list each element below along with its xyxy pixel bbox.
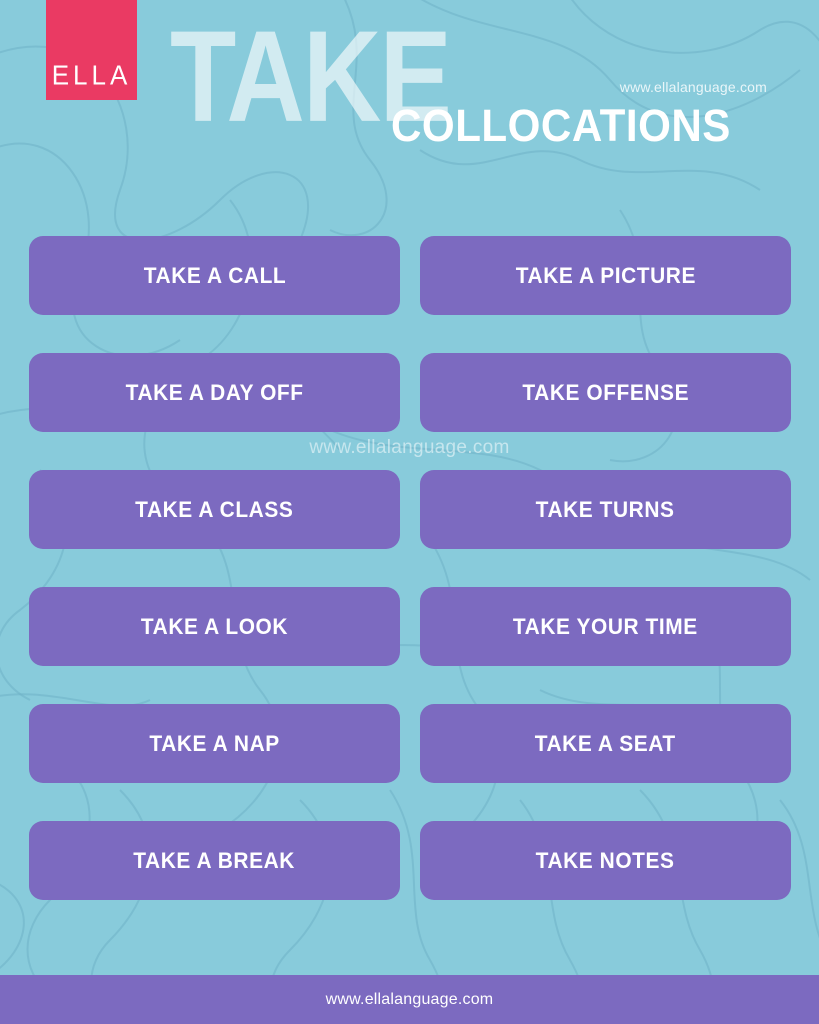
- collocation-chip[interactable]: TAKE A CLASS: [29, 470, 400, 549]
- poster-header: ELLA TAKE COLLOCATIONS www.ellalanguage.…: [0, 0, 819, 170]
- collocation-chip[interactable]: TAKE A LOOK: [29, 587, 400, 666]
- collocation-label: TAKE A LOOK: [140, 613, 289, 639]
- collocation-chip[interactable]: TAKE A DAY OFF: [29, 353, 400, 432]
- collocation-label: TAKE A NAP: [149, 730, 280, 756]
- collocation-label: TAKE A CLASS: [135, 496, 294, 522]
- collocation-chip[interactable]: TAKE YOUR TIME: [420, 587, 791, 666]
- page-title-collocations: COLLOCATIONS: [391, 100, 731, 152]
- collocation-label: TAKE A BREAK: [133, 847, 296, 873]
- collocation-label: TAKE YOUR TIME: [513, 613, 698, 639]
- collocation-chip[interactable]: TAKE OFFENSE: [420, 353, 791, 432]
- footer-website-url: www.ellalanguage.com: [325, 990, 494, 1008]
- ella-logo: ELLA: [46, 0, 137, 100]
- collocation-label: TAKE TURNS: [536, 496, 675, 522]
- collocation-label: TAKE A DAY OFF: [125, 379, 304, 405]
- collocation-label: TAKE A SEAT: [535, 730, 676, 756]
- collocation-label: TAKE OFFENSE: [522, 379, 689, 405]
- collocation-chip[interactable]: TAKE A BREAK: [29, 821, 400, 900]
- collocation-label: TAKE A PICTURE: [515, 262, 696, 288]
- collocation-chip[interactable]: TAKE A PICTURE: [420, 236, 791, 315]
- ella-logo-text: ELLA: [51, 59, 132, 91]
- collocation-label: TAKE A CALL: [143, 262, 286, 288]
- poster-footer: www.ellalanguage.com: [0, 975, 819, 1024]
- collocation-chip[interactable]: TAKE A NAP: [29, 704, 400, 783]
- poster-canvas: ELLA TAKE COLLOCATIONS www.ellalanguage.…: [0, 0, 819, 1024]
- collocations-grid: TAKE A CALL TAKE A PICTURE TAKE A DAY OF…: [29, 236, 791, 900]
- collocation-label: TAKE NOTES: [536, 847, 675, 873]
- collocation-chip[interactable]: TAKE TURNS: [420, 470, 791, 549]
- header-website-url: www.ellalanguage.com: [619, 79, 767, 95]
- collocation-chip[interactable]: TAKE A CALL: [29, 236, 400, 315]
- collocation-chip[interactable]: TAKE NOTES: [420, 821, 791, 900]
- collocation-chip[interactable]: TAKE A SEAT: [420, 704, 791, 783]
